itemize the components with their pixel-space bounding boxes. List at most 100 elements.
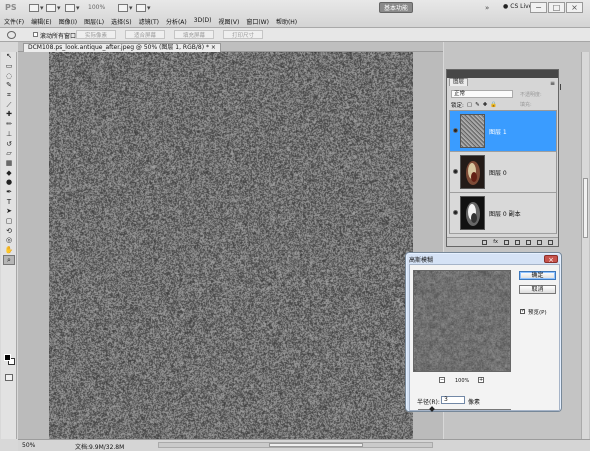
quick-select-icon[interactable]: ✎: [3, 81, 15, 91]
blur-preview-canvas[interactable]: [414, 271, 510, 371]
ok-button[interactable]: 确定: [519, 271, 556, 280]
menu-view[interactable]: 视图(V): [219, 17, 240, 26]
horizontal-scrollbar[interactable]: [158, 442, 433, 448]
type-icon[interactable]: T: [3, 197, 15, 207]
pen-icon[interactable]: ✒: [3, 188, 15, 198]
visibility-eye-icon[interactable]: [453, 169, 458, 174]
lock-transparent-icon[interactable]: ▢: [467, 102, 472, 108]
zoom-in-button[interactable]: +: [478, 377, 484, 383]
3d-rotate-icon[interactable]: ⟲: [3, 226, 15, 236]
clone-stamp-icon[interactable]: ⊥: [3, 130, 15, 140]
quick-mask-icon[interactable]: [5, 374, 13, 381]
screen-mode-button[interactable]: ▾: [136, 3, 151, 13]
eraser-icon[interactable]: ▱: [3, 149, 15, 159]
fit-screen-button[interactable]: 适合屏幕: [125, 30, 165, 39]
fx-icon[interactable]: fx: [493, 239, 498, 245]
vertical-scrollbar[interactable]: [581, 52, 589, 439]
menu-filter[interactable]: 滤镜(T): [139, 17, 159, 26]
vertical-scroll-thumb[interactable]: [583, 178, 588, 238]
layer-row-1[interactable]: 图层 1: [450, 111, 556, 152]
eyedropper-icon[interactable]: ⟋: [3, 100, 15, 110]
adjustment-icon[interactable]: [515, 239, 520, 245]
scroll-all-windows-label: 滚动所有窗口: [40, 33, 77, 40]
radius-input[interactable]: 3: [441, 396, 465, 404]
close-window-button[interactable]: ×: [566, 2, 583, 13]
shape-icon[interactable]: ▢: [3, 217, 15, 227]
menu-window[interactable]: 窗口(W): [246, 17, 269, 26]
workspace-button[interactable]: 基本功能: [379, 2, 413, 13]
layer-row-0[interactable]: 图层 0: [450, 152, 556, 193]
layer-row-0-copy[interactable]: 图层 0 副本: [450, 193, 556, 234]
new-layer-icon[interactable]: [537, 239, 542, 245]
mini-bridge-icon: [46, 4, 56, 12]
preview-checkbox[interactable]: ✓: [520, 309, 525, 314]
preview-window[interactable]: [413, 270, 511, 372]
link-icon[interactable]: [482, 239, 488, 245]
maximize-button[interactable]: □: [548, 2, 565, 13]
fill-screen-button[interactable]: 填充屏幕: [174, 30, 214, 39]
noise-image-canvas[interactable]: [49, 52, 413, 439]
mini-bridge-button[interactable]: ▾: [46, 3, 61, 13]
panel-menu-icon[interactable]: ≡: [550, 80, 555, 87]
move-icon[interactable]: ↖: [3, 52, 15, 62]
layers-panel-titlebar[interactable]: [447, 70, 558, 78]
marquee-icon[interactable]: ▭: [3, 62, 15, 72]
menu-help[interactable]: 帮助(H): [276, 17, 297, 26]
menu-select[interactable]: 选择(S): [111, 17, 132, 26]
crop-icon[interactable]: ⌗: [3, 91, 15, 101]
blur-icon[interactable]: ◆: [3, 168, 15, 178]
brush-icon[interactable]: ✏: [3, 120, 15, 130]
document-tab[interactable]: DCM108.ps_look.antique_after.jpeg @ 50% …: [23, 43, 221, 52]
zoom-icon[interactable]: ⌕: [3, 255, 15, 266]
mask-icon[interactable]: [504, 239, 509, 245]
menu-layer[interactable]: 图层(L): [84, 17, 104, 26]
dodge-icon[interactable]: ●: [3, 178, 15, 188]
zoom-out-button[interactable]: −: [439, 377, 445, 383]
menu-3d[interactable]: 3D(D): [194, 17, 212, 26]
photoshop-logo: PS: [5, 3, 17, 12]
dialog-close-button[interactable]: ×: [544, 255, 558, 264]
extras-button[interactable]: ▾: [65, 3, 80, 13]
minimize-button[interactable]: −: [530, 2, 547, 13]
hand-icon[interactable]: ✋: [3, 246, 15, 256]
trash-icon[interactable]: [548, 239, 553, 245]
cancel-button[interactable]: 取消: [519, 285, 556, 294]
print-size-button[interactable]: 打印尺寸: [223, 30, 263, 39]
lock-paint-icon[interactable]: ✎: [475, 102, 480, 108]
radius-slider[interactable]: [418, 406, 511, 412]
foreground-color-swatch[interactable]: [4, 354, 11, 361]
visibility-eye-icon[interactable]: [453, 128, 458, 133]
document-size[interactable]: 文档:9.9M/32.8M: [75, 442, 124, 451]
menu-analysis[interactable]: 分析(A): [166, 17, 187, 26]
more-workspaces-button[interactable]: »: [485, 3, 489, 13]
panel-collapse-handle[interactable]: [560, 84, 564, 90]
lasso-icon[interactable]: ◌: [3, 71, 15, 81]
spot-heal-icon[interactable]: ✚: [3, 110, 15, 120]
actual-pixels-button[interactable]: 实际像素: [76, 30, 116, 39]
arrange-documents-button[interactable]: ▾: [118, 3, 133, 13]
history-brush-icon[interactable]: ↺: [3, 139, 15, 149]
lock-position-icon[interactable]: ✚: [483, 102, 488, 108]
bridge-button[interactable]: ▾: [29, 3, 44, 13]
gradient-icon[interactable]: ▦: [3, 159, 15, 169]
path-select-icon[interactable]: ➤: [3, 207, 15, 217]
radius-slider-thumb[interactable]: [429, 406, 435, 412]
zoom-tool-preset-icon[interactable]: [7, 31, 16, 39]
menu-file[interactable]: 文件(F): [4, 17, 24, 26]
zoom-level[interactable]: 100%: [88, 4, 105, 11]
status-zoom[interactable]: 50%: [22, 442, 35, 449]
3d-orbit-icon[interactable]: ◎: [3, 236, 15, 246]
horizontal-scroll-thumb[interactable]: [269, 443, 363, 447]
scroll-all-windows-checkbox[interactable]: [33, 32, 38, 37]
visibility-eye-icon[interactable]: [453, 210, 458, 215]
menu-image[interactable]: 图像(I): [59, 17, 77, 26]
lock-all-icon[interactable]: 🔒: [490, 102, 497, 108]
canvas-area[interactable]: [18, 52, 443, 439]
menu-edit[interactable]: 编辑(E): [31, 17, 51, 26]
layers-tab[interactable]: 图层: [449, 78, 469, 86]
egg-thumbnail-icon: [466, 202, 480, 226]
folder-icon[interactable]: [526, 239, 531, 245]
blend-mode-select[interactable]: 正常: [451, 90, 513, 98]
chevron-down-icon: ▾: [76, 4, 80, 12]
bridge-icon: [29, 4, 39, 12]
